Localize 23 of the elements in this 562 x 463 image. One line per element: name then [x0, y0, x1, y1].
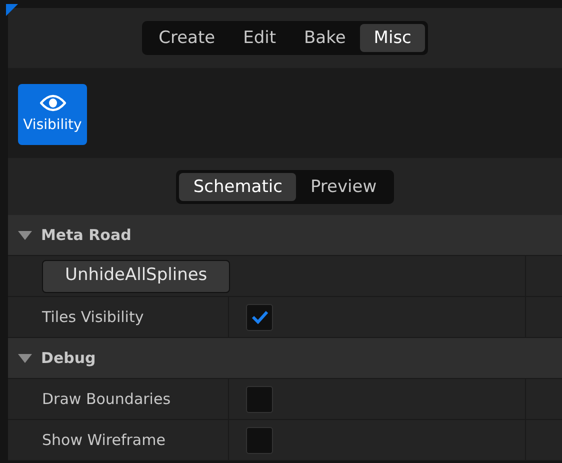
section-title: Meta Road	[41, 224, 132, 246]
section-header[interactable]: Meta Road	[8, 215, 562, 256]
property-label: Show Wireframe	[42, 430, 166, 451]
tab[interactable]: Edit	[229, 24, 290, 52]
tab[interactable]: Preview	[296, 172, 391, 200]
eye-icon	[40, 94, 66, 112]
action-button[interactable]: UnhideAllSplines	[42, 260, 230, 292]
property-label: Draw Boundaries	[42, 388, 171, 410]
checkbox[interactable]	[246, 304, 273, 330]
section-header[interactable]: Debug	[8, 338, 562, 379]
tab[interactable]: Schematic	[179, 172, 296, 200]
section-title: Debug	[41, 348, 96, 369]
tab[interactable]: Create	[144, 24, 230, 52]
property-label: Tiles Visibility	[42, 306, 144, 328]
checkbox[interactable]	[246, 386, 273, 412]
collapse-arrow-icon[interactable]	[18, 230, 32, 240]
tab[interactable]: Bake	[290, 24, 360, 52]
collapse-arrow-icon[interactable]	[18, 354, 32, 362]
checkbox[interactable]	[246, 426, 273, 454]
checkmark-icon	[250, 310, 268, 324]
tab[interactable]: Misc	[360, 24, 426, 52]
visibility-tool-button[interactable]: Visibility	[18, 84, 87, 145]
corner-marker-icon	[6, 4, 18, 16]
